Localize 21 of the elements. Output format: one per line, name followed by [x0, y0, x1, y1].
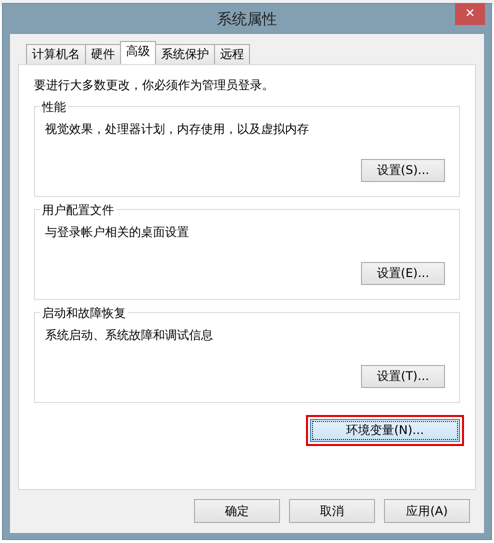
- settings-button[interactable]: 设置(S)...: [361, 159, 445, 182]
- tab[interactable]: 硬件: [85, 44, 121, 64]
- window-title: 系统属性: [217, 10, 277, 28]
- settings-button[interactable]: 设置(T)...: [361, 365, 445, 388]
- dialog-button[interactable]: 确定: [194, 499, 280, 523]
- group-description: 系统启动、系统故障和调试信息: [45, 327, 214, 344]
- group-title: 用户配置文件: [40, 202, 116, 219]
- close-button[interactable]: ×: [455, 3, 485, 25]
- group-title: 启动和故障恢复: [40, 305, 128, 322]
- environment-variables-button[interactable]: 环境变量(N)...: [310, 419, 460, 442]
- dialog-button[interactable]: 应用(A): [384, 499, 470, 523]
- tab[interactable]: 远程: [214, 44, 250, 64]
- tab[interactable]: 高级: [120, 41, 156, 64]
- group-description: 与登录帐户相关的桌面设置: [45, 224, 190, 241]
- notice-text: 要进行大多数更改，你必须作为管理员登录。: [34, 77, 275, 94]
- tab[interactable]: 系统保护: [155, 44, 215, 64]
- group-description: 视觉效果，处理器计划，内存使用，以及虚拟内存: [45, 121, 310, 138]
- dialog-button[interactable]: 取消: [289, 499, 375, 523]
- settings-button[interactable]: 设置(E)...: [361, 262, 445, 285]
- tab[interactable]: 计算机名: [26, 44, 86, 64]
- group-title: 性能: [40, 99, 68, 116]
